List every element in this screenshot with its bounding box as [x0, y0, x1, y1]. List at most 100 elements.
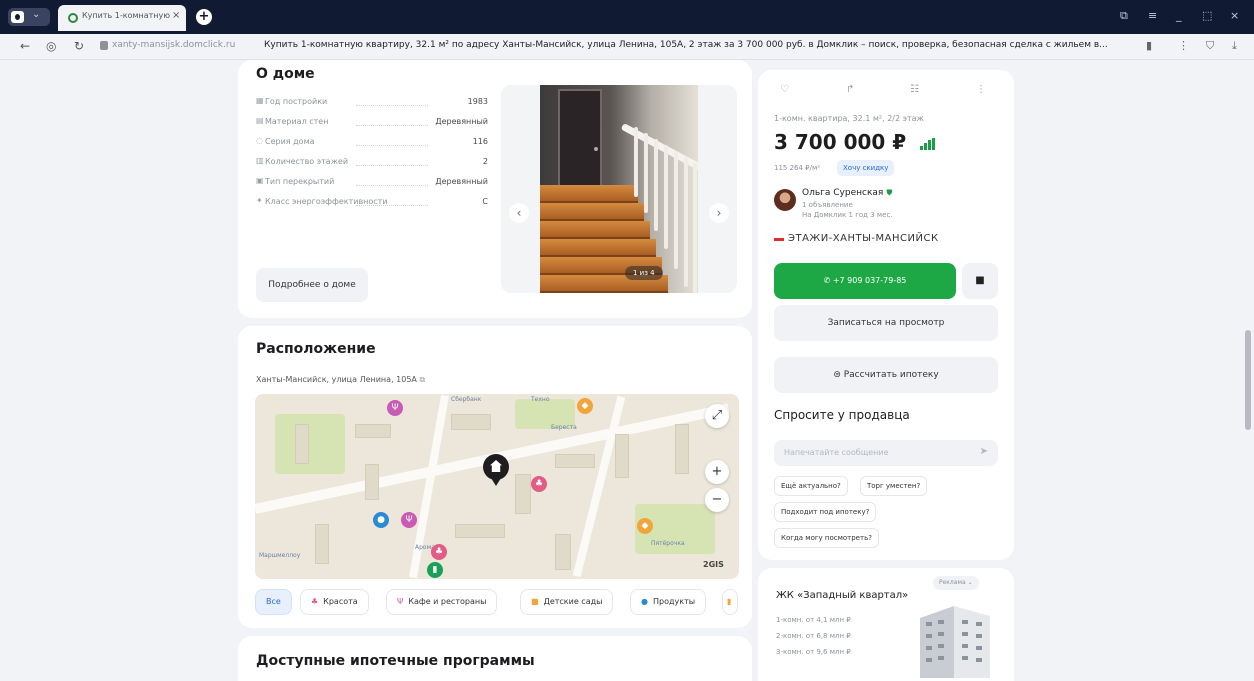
new-tab-button[interactable]: + — [196, 9, 212, 25]
ceiling-icon: ▣ — [256, 176, 264, 185]
favorite-heart-icon[interactable]: ♡ — [780, 84, 789, 95]
filter-chip-beauty[interactable]: ♣ Красота — [300, 589, 369, 615]
address-text: Ханты-Мансийск, улица Ленина, 105А ⧉ — [256, 375, 425, 385]
beauty-poi-icon[interactable]: ♣ — [531, 476, 547, 492]
copy-icon[interactable]: ⧉ — [419, 375, 425, 384]
more-about-house-button[interactable]: Подробнее о доме — [256, 268, 368, 302]
agency-name[interactable]: ЭТАЖИ-ХАНТЫ-МАНСИЙСК — [788, 233, 939, 244]
ad-line: 1-комн. от 4,1 млн ₽ — [776, 616, 851, 624]
mortgage-programs-card: Доступные ипотечные программы — [238, 636, 752, 681]
spec-row: ▣ Тип перекрытий Деревянный — [256, 175, 488, 191]
filter-chip-more[interactable]: ▮ — [722, 589, 738, 615]
bookmark-manager-icon[interactable]: ⧉ — [1120, 9, 1128, 23]
spec-value: 2 — [479, 157, 488, 166]
beauty-icon: ♣ — [311, 597, 319, 606]
send-icon[interactable]: ➤ — [980, 446, 988, 457]
url-page-title[interactable]: Купить 1-комнатную квартиру, 32.1 м² по … — [264, 40, 1124, 50]
close-window-icon[interactable]: × — [1230, 9, 1239, 22]
about-house-title: О доме — [256, 66, 315, 82]
url-host[interactable]: xanty-mansijsk.domclick.ru — [112, 40, 235, 50]
cafe-icon: Ψ — [397, 597, 404, 606]
download-icon[interactable]: ⤓ — [1232, 39, 1237, 53]
gallery-prev-button[interactable]: ‹ — [509, 203, 529, 223]
quick-question-chip[interactable]: Когда могу посмотреть? — [774, 528, 879, 548]
share-icon[interactable]: ↱ — [846, 84, 854, 95]
filter-chip-all[interactable]: Все — [255, 589, 292, 615]
spec-row: ▦ Год постройки 1983 — [256, 95, 488, 111]
price-per-m2: 115 264 ₽/м² — [774, 164, 821, 172]
seller-avatar[interactable] — [774, 189, 796, 211]
ad-badge[interactable]: Реклама ⌄ — [933, 576, 979, 590]
residential-tower-image — [920, 606, 990, 678]
more-icon[interactable]: ⋮ — [1178, 39, 1189, 52]
quick-question-chip[interactable]: Подходит под ипотеку? — [774, 502, 877, 522]
spec-row: ▤ Материал стен Деревянный — [256, 115, 488, 131]
spec-value: Деревянный — [432, 117, 488, 126]
house-photo-gallery[interactable]: 1 из 4 ‹ › — [501, 85, 737, 293]
spec-label: Материал стен — [265, 117, 329, 126]
message-placeholder: Напечатайте сообщение — [784, 448, 889, 457]
expand-map-icon[interactable]: ⤢ — [705, 404, 729, 428]
spec-label: Количество этажей — [265, 157, 349, 166]
tab-close-icon[interactable]: × — [172, 10, 180, 21]
gallery-next-button[interactable]: › — [709, 203, 729, 223]
browser-tab[interactable]: Купить 1-комнатную кв × — [58, 5, 186, 31]
ad-card[interactable]: Реклама ⌄ ЖК «Западный квартал» 1-комн. … — [758, 568, 1014, 681]
more-options-icon[interactable]: ⋮ — [976, 84, 986, 95]
grocery-poi-icon[interactable]: ● — [373, 512, 389, 528]
gallery-counter: 1 из 4 — [625, 266, 663, 280]
agency-logo-icon — [774, 238, 784, 241]
cafe-poi-icon[interactable]: Ψ — [387, 400, 403, 416]
location-map[interactable]: Сбербанк Техно Береста Арома Маршмеллоу … — [255, 394, 739, 579]
filter-chip-grocery[interactable]: ● Продукты — [630, 589, 707, 615]
calendar-icon: ▦ — [256, 96, 264, 105]
spec-row: ▥ Количество этажей 2 — [256, 155, 488, 171]
beauty-poi-icon[interactable]: ♣ — [431, 544, 447, 560]
minimize-icon[interactable]: _ — [1176, 9, 1182, 22]
ad-badge-label: Реклама — [939, 579, 966, 586]
seller-name-row[interactable]: Ольга Суренская ⛊ — [802, 188, 892, 198]
browser-menu-button[interactable]: ⌄ — [8, 8, 50, 26]
menu-icon[interactable]: ≡ — [1148, 9, 1157, 22]
seller-ads-count: 1 объявление — [802, 201, 853, 209]
kindergarten-poi-icon[interactable]: ◆ — [577, 398, 593, 414]
shop-poi-icon[interactable]: ▮ — [427, 562, 443, 578]
show-phone-button[interactable]: ✆ +7 909 037-79-85 — [774, 263, 956, 299]
quick-question-chip[interactable]: Ещё актуально? — [774, 476, 848, 496]
kindergarten-poi-icon[interactable]: ◆ — [637, 518, 653, 534]
zoom-out-button[interactable]: − — [705, 488, 729, 512]
extension-icon[interactable]: ◎ — [46, 39, 56, 53]
quick-question-chip[interactable]: Торг уместен? — [860, 476, 928, 496]
calculate-mortgage-button[interactable]: ⊜ Рассчитать ипотеку — [774, 357, 998, 393]
back-icon[interactable]: ← — [20, 39, 30, 53]
phone-number: +7 909 037-79-85 — [832, 276, 907, 285]
book-viewing-button[interactable]: Записаться на просмотр — [774, 305, 998, 341]
compare-icon[interactable]: ☷ — [910, 84, 919, 95]
ad-line: 2-комн. от 6,8 млн ₽ — [776, 632, 851, 640]
chat-button[interactable]: ■ — [962, 263, 998, 299]
offer-price: 3 700 000 ₽ — [774, 130, 907, 154]
reload-icon[interactable]: ↻ — [74, 39, 84, 53]
bookmark-icon[interactable]: ▮ — [1146, 39, 1152, 52]
protect-icon[interactable]: ⛉ — [1206, 39, 1214, 53]
zoom-in-button[interactable]: + — [705, 460, 729, 484]
series-icon: ◌ — [256, 136, 263, 145]
message-input[interactable]: Напечатайте сообщение ➤ — [774, 440, 998, 466]
address-value: Ханты-Мансийск, улица Ленина, 105А — [256, 375, 417, 384]
filter-chip-kindergarten[interactable]: ■ Детские сады — [520, 589, 614, 615]
tab-title: Купить 1-комнатную кв — [82, 11, 170, 20]
price-history-icon[interactable] — [920, 138, 936, 150]
page-scrollbar[interactable] — [1245, 330, 1251, 430]
home-pin-icon — [483, 454, 509, 486]
map-label: Маршмеллоу — [259, 552, 301, 559]
maximize-icon[interactable]: ⬚ — [1202, 9, 1212, 22]
spec-value: 1983 — [464, 97, 488, 106]
grocery-icon: ● — [641, 597, 648, 606]
want-discount-button[interactable]: Хочу скидку — [837, 160, 895, 176]
cafe-poi-icon[interactable]: Ψ — [401, 512, 417, 528]
map-label: Береста — [551, 424, 577, 431]
filter-chip-cafe[interactable]: Ψ Кафе и рестораны — [386, 589, 498, 615]
seller-name[interactable]: Ольга Суренская — [802, 188, 883, 198]
ask-seller-title: Спросите у продавца — [774, 408, 910, 422]
brick-icon: ▤ — [256, 116, 264, 125]
